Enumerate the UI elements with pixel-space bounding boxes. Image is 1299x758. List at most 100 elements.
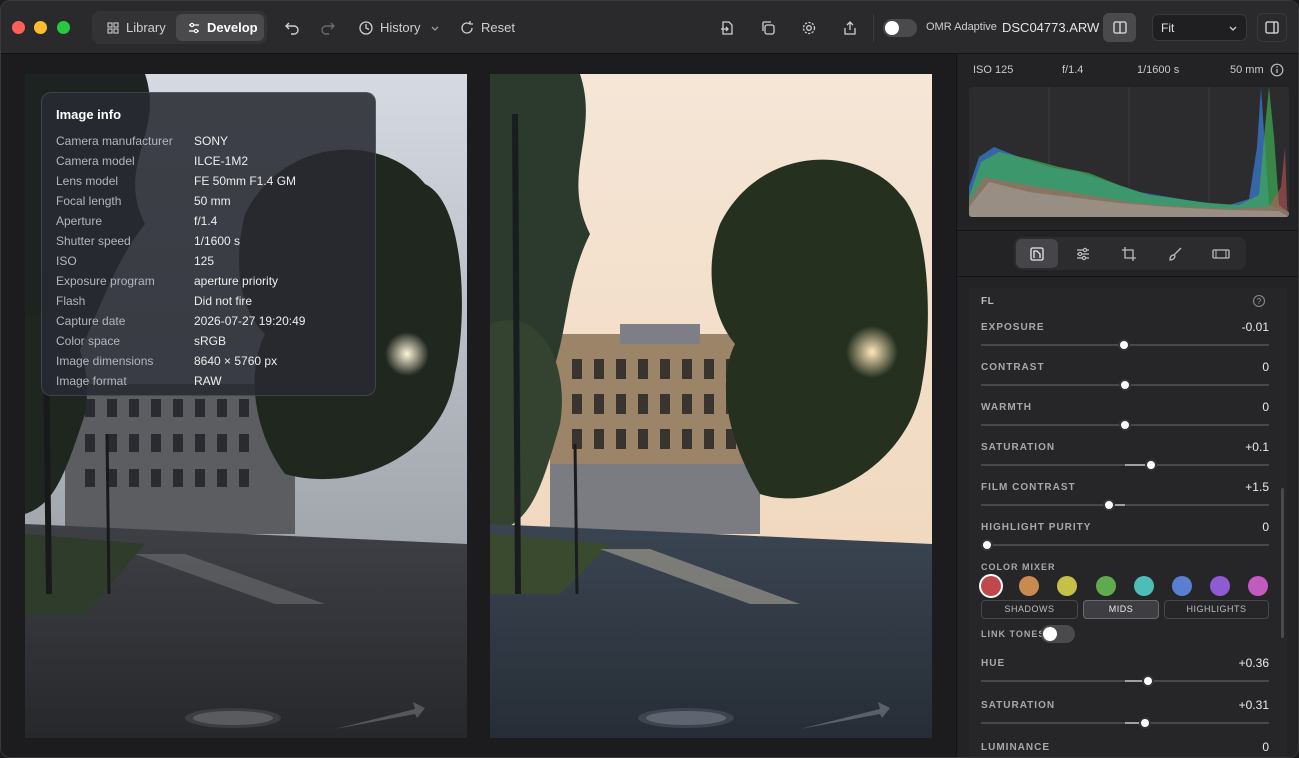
slider-thumb[interactable] — [1119, 379, 1131, 391]
slider-value[interactable]: +0.36 — [1239, 656, 1269, 670]
zoom-select[interactable]: Fit — [1152, 14, 1247, 41]
info-value: ILCE-1M2 — [194, 154, 249, 168]
slider-value[interactable]: 0 — [1262, 400, 1269, 414]
share-icon — [844, 21, 856, 35]
slider-value[interactable]: 0 — [1262, 520, 1269, 534]
swatch-blue[interactable] — [1172, 576, 1192, 596]
develop-label: Develop — [207, 20, 258, 35]
toolbar-divider — [873, 14, 874, 42]
slider-label: SATURATION — [981, 442, 1056, 453]
zoom-window-button[interactable] — [57, 21, 70, 34]
slider-value[interactable]: +0.31 — [1239, 698, 1269, 712]
reset-button[interactable]: Reset — [481, 20, 515, 35]
help-icon[interactable]: ? — [1253, 295, 1265, 307]
slider-thumb[interactable] — [1144, 459, 1157, 471]
develop-tab[interactable]: Develop — [176, 14, 264, 41]
info-value: SONY — [194, 134, 229, 148]
panel-divider — [957, 230, 1298, 231]
toggle-knob — [885, 21, 899, 35]
crop-icon — [1122, 246, 1136, 261]
swatch-magenta[interactable] — [1248, 576, 1268, 596]
slider-track[interactable] — [981, 675, 1269, 687]
slider-value[interactable]: +1.5 — [1245, 480, 1269, 494]
tool-crop[interactable] — [1108, 239, 1150, 268]
history-icon — [356, 18, 376, 38]
close-window-button[interactable] — [12, 21, 25, 34]
info-value: 125 — [194, 254, 215, 268]
slider-track[interactable] — [980, 539, 1269, 551]
panel-divider — [957, 276, 1298, 277]
swatch-aqua[interactable] — [1134, 576, 1154, 596]
slider-thumb[interactable] — [1139, 717, 1152, 729]
slider-thumb[interactable] — [980, 539, 993, 551]
slider-track[interactable] — [981, 459, 1269, 471]
adjustments-panel: FL ? EXPOSURE -0.01 CONTRAST 0 WARMTH 0 … — [969, 288, 1287, 757]
grid-icon — [107, 21, 119, 34]
slider-value[interactable]: 0 — [1262, 740, 1269, 754]
slider-thumb[interactable] — [1119, 419, 1131, 431]
tool-frame[interactable] — [1200, 239, 1242, 268]
minimize-window-button[interactable] — [34, 21, 47, 34]
duplicate-button[interactable] — [758, 18, 778, 38]
info-key: Color space — [56, 334, 121, 348]
swatch-yellow[interactable] — [1057, 576, 1077, 596]
swatch-green[interactable] — [1096, 576, 1116, 596]
exif-shutter: 1/1600 s — [1137, 64, 1180, 76]
settings-button[interactable] — [799, 18, 819, 38]
slider-track[interactable] — [981, 499, 1269, 511]
omr-adaptive-toggle[interactable] — [883, 19, 917, 37]
info-row: Shutter speed 1/1600 s — [56, 231, 361, 251]
info-row: Camera manufacturer SONY — [56, 131, 361, 151]
toggle-sidebar-button[interactable] — [1257, 13, 1287, 42]
info-key: Capture date — [56, 314, 126, 328]
tool-brush[interactable] — [1154, 239, 1196, 268]
import-button[interactable] — [717, 18, 737, 38]
image-info-rows: Camera manufacturer SONY Camera model ILCE… — [56, 131, 361, 391]
slider-thumb[interactable] — [1142, 675, 1155, 687]
export-button[interactable] — [840, 18, 860, 38]
slider-track[interactable] — [981, 419, 1269, 431]
slider-value[interactable]: -0.01 — [1242, 320, 1269, 334]
redo-button[interactable] — [318, 18, 338, 38]
after-image[interactable] — [490, 74, 932, 738]
info-key: Flash — [56, 294, 86, 308]
tone-highlights[interactable]: HIGHLIGHTS — [1164, 600, 1269, 619]
tone-mids[interactable]: MIDS — [1083, 600, 1159, 619]
info-icon[interactable] — [1270, 63, 1284, 80]
tool-adjustments[interactable] — [1062, 239, 1104, 268]
tone-shadows[interactable]: SHADOWS — [981, 600, 1078, 619]
info-key: Camera manufacturer — [56, 134, 173, 148]
section-title: FL — [981, 296, 995, 307]
info-value: RAW — [194, 374, 222, 388]
library-tab[interactable]: Library — [95, 14, 175, 41]
slider-value[interactable]: 0 — [1262, 360, 1269, 374]
omr-adaptive-label: OMR Adaptive — [926, 21, 997, 33]
slider-track[interactable] — [981, 339, 1269, 351]
tool-presets[interactable] — [1016, 239, 1058, 268]
info-row: Lens model FE 50mm F1.4 GM — [56, 171, 361, 191]
exif-aperture: f/1.4 — [1062, 64, 1084, 76]
link-tones-toggle[interactable] — [1041, 625, 1075, 643]
slider-label: LUMINANCE — [981, 742, 1050, 753]
swatch-red[interactable] — [981, 576, 1001, 596]
compare-view-button[interactable] — [1103, 13, 1136, 42]
mode-switcher: Library Develop — [92, 11, 267, 44]
exif-summary: ISO 125 f/1.4 1/1600 s 50 mm — [957, 63, 1298, 80]
info-key: Image format — [56, 374, 127, 388]
swatch-orange[interactable] — [1019, 576, 1039, 596]
info-row: Focal length 50 mm — [56, 191, 361, 211]
slider-value[interactable]: +0.1 — [1245, 440, 1269, 454]
swatch-purple[interactable] — [1210, 576, 1230, 596]
undo-button[interactable] — [282, 18, 302, 38]
slider-thumb[interactable] — [1118, 339, 1131, 351]
slider-track[interactable] — [981, 379, 1269, 391]
edit-tools — [1014, 237, 1246, 270]
history-button[interactable]: History — [380, 20, 420, 35]
panel-scrollbar[interactable] — [1281, 488, 1284, 638]
info-value: FE 50mm F1.4 GM — [194, 174, 297, 188]
info-value: f/1.4 — [194, 214, 218, 228]
slider-track[interactable] — [981, 717, 1269, 729]
slider-thumb[interactable] — [1103, 499, 1116, 511]
sliders-icon — [189, 22, 199, 33]
info-key: Camera model — [56, 154, 135, 168]
